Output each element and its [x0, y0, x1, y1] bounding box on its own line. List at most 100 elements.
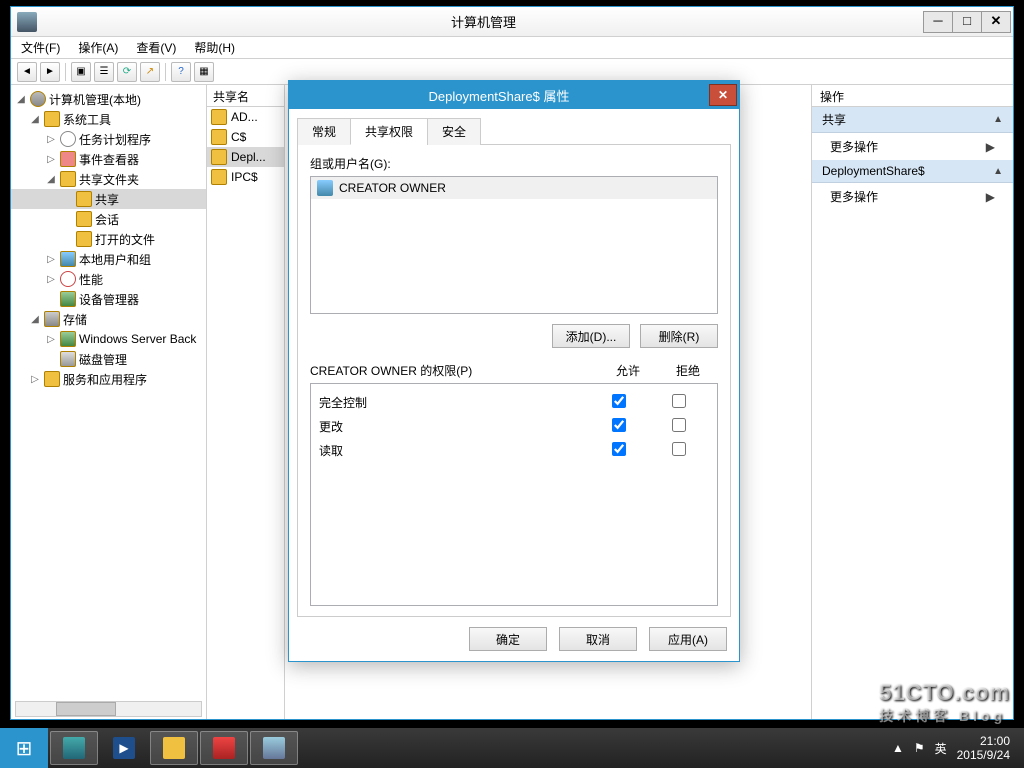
tree-system-tools[interactable]: 系统工具: [63, 111, 111, 128]
tray-up-icon[interactable]: ▲: [892, 741, 904, 755]
separator: [65, 63, 66, 81]
taskbar-mmc[interactable]: [250, 731, 298, 765]
dialog-titlebar: DeploymentShare$ 属性 ✕: [289, 81, 739, 109]
tree-device-manager[interactable]: 设备管理器: [79, 291, 139, 308]
expand-icon[interactable]: ▷: [29, 374, 41, 385]
expand-icon[interactable]: ◢: [45, 174, 57, 185]
dialog-title: DeploymentShare$ 属性: [289, 86, 709, 105]
forward-button[interactable]: ►: [40, 62, 60, 82]
export-button[interactable]: ↗: [140, 62, 160, 82]
tray-flag-icon[interactable]: ⚑: [914, 741, 925, 755]
change-allow-checkbox[interactable]: [612, 418, 626, 432]
device-icon: [60, 291, 76, 307]
taskbar-toolbox[interactable]: [200, 731, 248, 765]
dialog-close-button[interactable]: ✕: [709, 84, 737, 106]
chevron-right-icon: ▶: [986, 140, 995, 154]
taskbar-server-manager[interactable]: [50, 731, 98, 765]
user-row[interactable]: CREATOR OWNER: [311, 177, 717, 199]
expand-icon[interactable]: ▷: [45, 334, 57, 345]
read-allow-checkbox[interactable]: [612, 442, 626, 456]
refresh-button[interactable]: ⟳: [117, 62, 137, 82]
actions-section-shares[interactable]: 共享▲: [812, 107, 1013, 133]
system-tray[interactable]: ▲ ⚑ 英 21:00 2015/9/24: [892, 734, 1018, 762]
folder-icon: [76, 231, 92, 247]
permissions-label: CREATOR OWNER 的权限(P): [310, 362, 598, 379]
list-item[interactable]: IPC$: [207, 167, 284, 187]
expand-icon[interactable]: ◢: [29, 314, 41, 325]
tree-root[interactable]: 计算机管理(本地): [49, 91, 141, 108]
maximize-button[interactable]: □: [952, 11, 982, 33]
menu-view[interactable]: 查看(V): [132, 37, 180, 58]
tree-performance[interactable]: 性能: [79, 271, 103, 288]
scrollbar-thumb[interactable]: [56, 702, 116, 716]
expand-icon[interactable]: ▷: [45, 274, 57, 285]
list-item[interactable]: Depl...: [207, 147, 284, 167]
folder-icon: [76, 211, 92, 227]
expand-icon[interactable]: ◢: [15, 94, 27, 105]
tab-security[interactable]: 安全: [427, 118, 481, 145]
clock-icon: [60, 131, 76, 147]
clock[interactable]: 21:00 2015/9/24: [957, 734, 1010, 762]
tree-event-viewer[interactable]: 事件查看器: [79, 151, 139, 168]
add-button[interactable]: 添加(D)...: [552, 324, 630, 348]
tree-wsb[interactable]: Windows Server Back: [79, 332, 196, 346]
tree-services[interactable]: 服务和应用程序: [63, 371, 147, 388]
read-deny-checkbox[interactable]: [672, 442, 686, 456]
list-item[interactable]: C$: [207, 127, 284, 147]
collapse-icon: ▲: [993, 114, 1003, 125]
properties-button[interactable]: ☰: [94, 62, 114, 82]
menu-help[interactable]: 帮助(H): [190, 37, 239, 58]
window-title: 计算机管理: [43, 12, 924, 31]
tree-disk-mgmt[interactable]: 磁盘管理: [79, 351, 127, 368]
actions-more-1[interactable]: 更多操作▶: [812, 133, 1013, 160]
separator: [165, 63, 166, 81]
up-button[interactable]: ▣: [71, 62, 91, 82]
actions-section-deployment[interactable]: DeploymentShare$▲: [812, 160, 1013, 183]
expand-icon[interactable]: ▷: [45, 134, 57, 145]
tree-open-files[interactable]: 打开的文件: [95, 231, 155, 248]
remove-button[interactable]: 删除(R): [640, 324, 718, 348]
user-group-icon: [317, 180, 333, 196]
dialog-tabs: 常规 共享权限 安全: [297, 117, 731, 145]
menu-action[interactable]: 操作(A): [74, 37, 122, 58]
apply-button[interactable]: 应用(A): [649, 627, 727, 651]
menu-file[interactable]: 文件(F): [17, 37, 64, 58]
horizontal-scrollbar[interactable]: [15, 701, 202, 717]
ime-indicator[interactable]: 英: [935, 740, 947, 757]
full-allow-checkbox[interactable]: [612, 394, 626, 408]
users-listbox[interactable]: CREATOR OWNER: [310, 176, 718, 314]
tree-local-users[interactable]: 本地用户和组: [79, 251, 151, 268]
help-button[interactable]: ?: [171, 62, 191, 82]
menubar: 文件(F) 操作(A) 查看(V) 帮助(H): [11, 37, 1013, 59]
nav-tree[interactable]: ◢ 计算机管理(本地) ◢ 系统工具 ▷ 任务计划程序 ▷ 事件查看器 ◢ 共享文件夹 共…: [11, 85, 207, 719]
tree-shared-folders[interactable]: 共享文件夹: [79, 171, 139, 188]
taskbar-explorer[interactable]: [150, 731, 198, 765]
tree-task-scheduler[interactable]: 任务计划程序: [79, 131, 151, 148]
expand-icon[interactable]: ◢: [29, 114, 41, 125]
expand-icon[interactable]: ▷: [45, 254, 57, 265]
event-icon: [60, 151, 76, 167]
computer-icon: [30, 91, 46, 107]
start-button[interactable]: ⊞: [0, 728, 48, 768]
chevron-right-icon: ▶: [986, 190, 995, 204]
full-deny-checkbox[interactable]: [672, 394, 686, 408]
tree-shares[interactable]: 共享: [95, 191, 119, 208]
view-button[interactable]: ▦: [194, 62, 214, 82]
taskbar-powershell[interactable]: ▶: [100, 731, 148, 765]
cancel-button[interactable]: 取消: [559, 627, 637, 651]
ok-button[interactable]: 确定: [469, 627, 547, 651]
close-button[interactable]: ✕: [981, 11, 1011, 33]
actions-more-2[interactable]: 更多操作▶: [812, 183, 1013, 210]
list-header[interactable]: 共享名: [207, 85, 284, 107]
share-icon: [211, 149, 227, 165]
tab-general[interactable]: 常规: [297, 118, 351, 145]
change-deny-checkbox[interactable]: [672, 418, 686, 432]
tree-sessions[interactable]: 会话: [95, 211, 119, 228]
tab-share-permissions[interactable]: 共享权限: [350, 118, 428, 145]
tree-storage[interactable]: 存储: [63, 311, 87, 328]
backup-icon: [60, 331, 76, 347]
back-button[interactable]: ◄: [17, 62, 37, 82]
expand-icon[interactable]: ▷: [45, 154, 57, 165]
minimize-button[interactable]: ─: [923, 11, 953, 33]
list-item[interactable]: AD...: [207, 107, 284, 127]
